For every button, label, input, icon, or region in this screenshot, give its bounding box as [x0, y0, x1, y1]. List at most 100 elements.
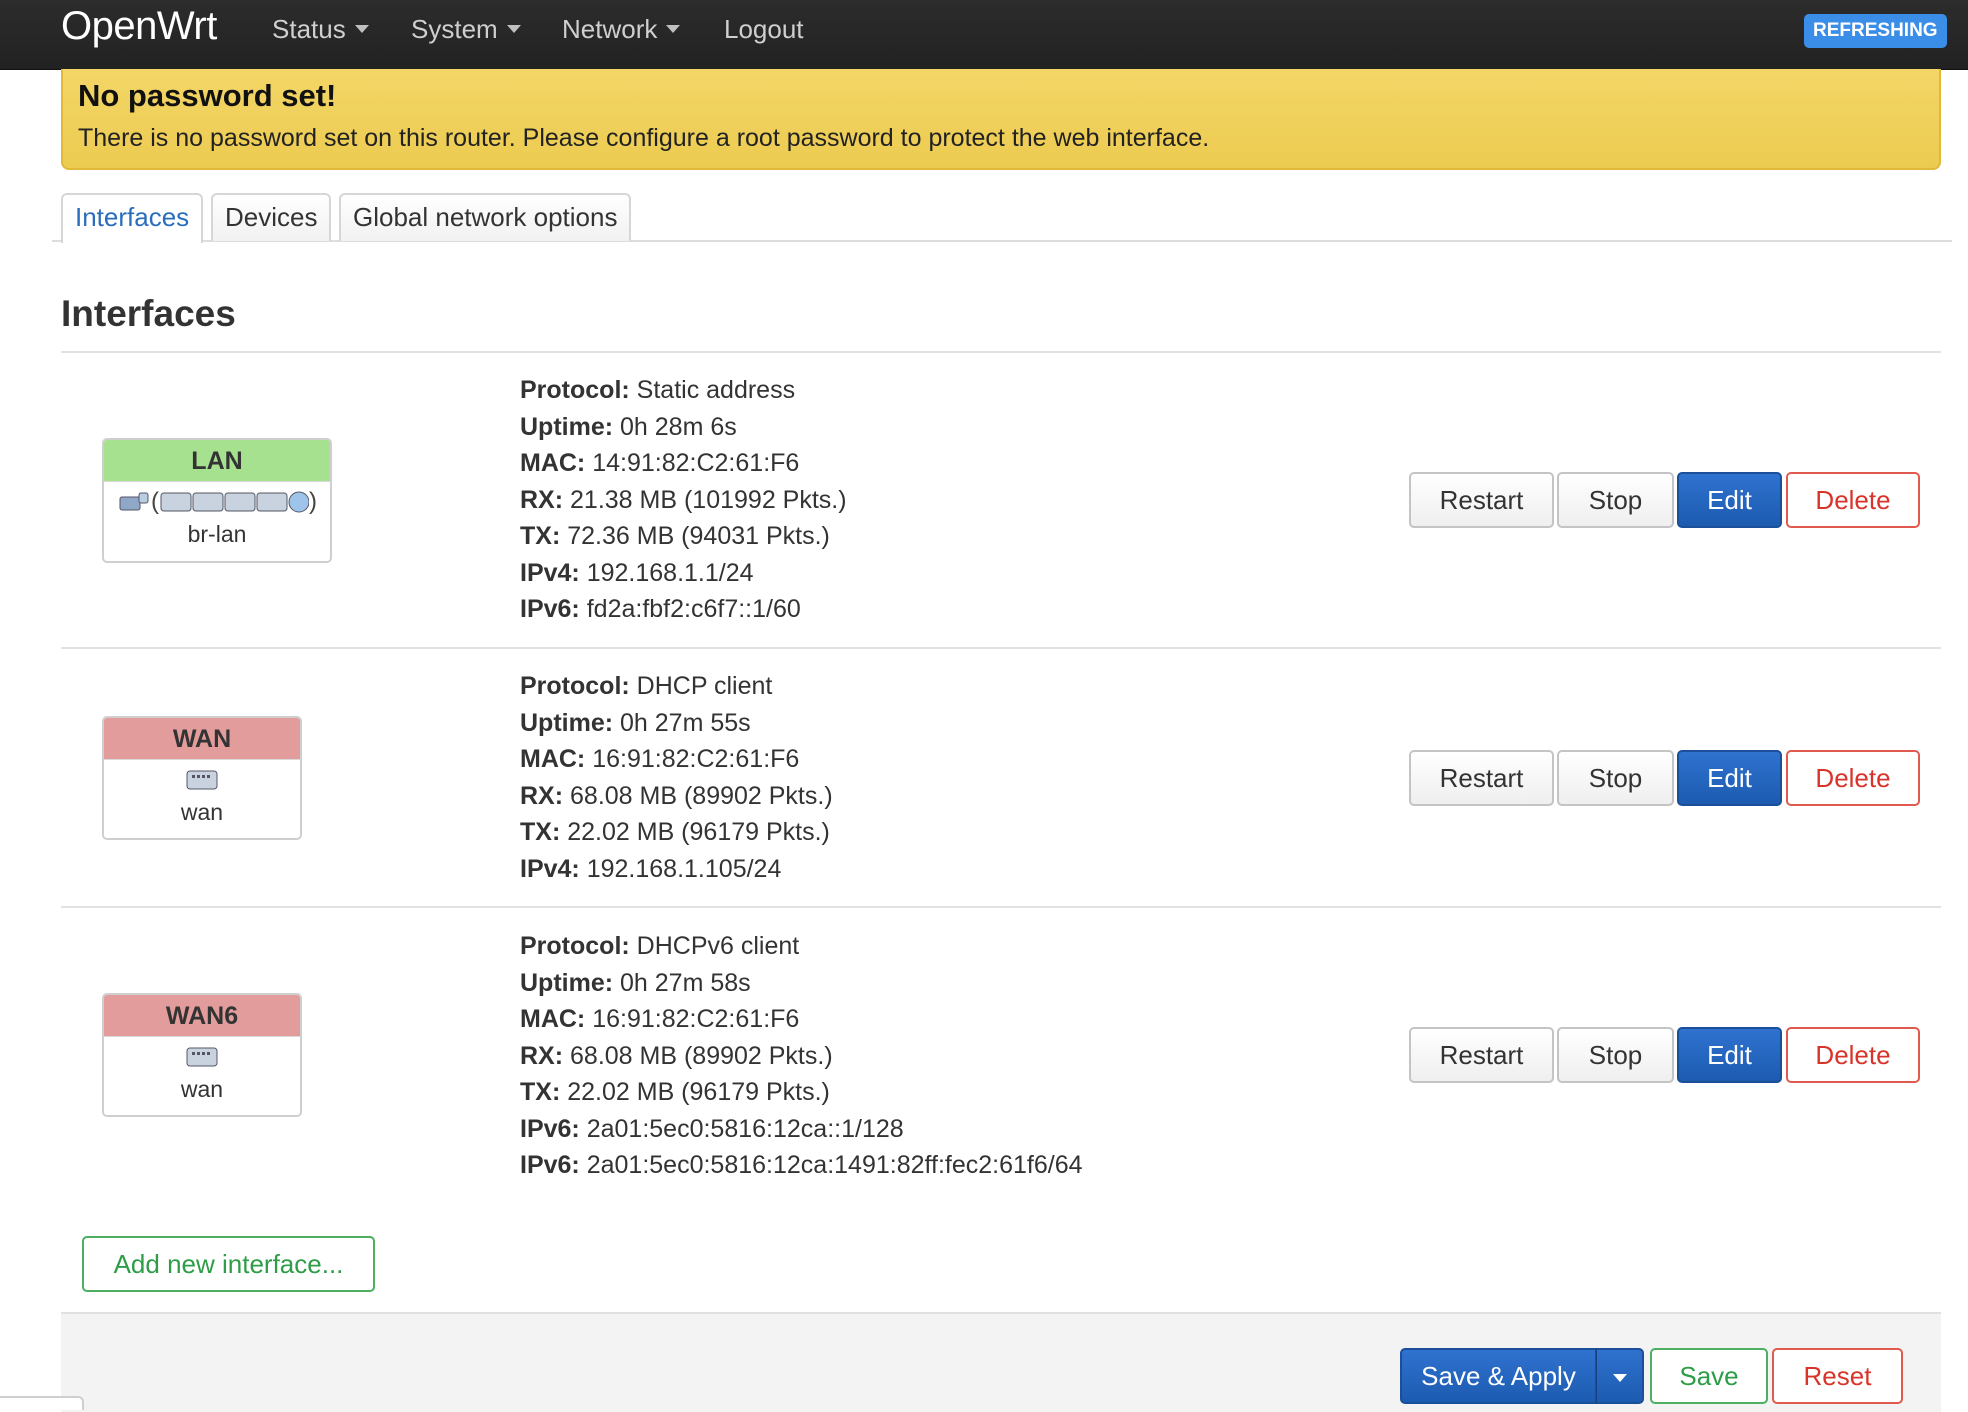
info-row: Protocol: DHCP client: [520, 668, 833, 705]
interface-badge-wan[interactable]: WAN wan: [102, 716, 302, 840]
info-value: 22.02 MB (96179 Pkts.): [567, 1078, 830, 1106]
nav-logout[interactable]: Logout: [724, 14, 804, 45]
info-label: RX:: [520, 1041, 564, 1070]
nav-network-label: Network: [562, 14, 658, 44]
info-label: MAC:: [520, 745, 586, 773]
info-row: TX: 22.02 MB (96179 Pkts.): [520, 814, 833, 851]
edit-button[interactable]: Edit: [1677, 750, 1782, 806]
info-value: fd2a:fbf2:c6f7::1/60: [586, 595, 801, 623]
divider: [61, 351, 1941, 353]
info-value: 0h 27m 55s: [620, 708, 751, 737]
alert-title: No password set!: [78, 78, 337, 113]
stop-button[interactable]: Stop: [1557, 472, 1674, 528]
info-value: Static address: [636, 376, 796, 404]
nav-network[interactable]: Network: [562, 14, 681, 45]
chevron-down-icon: [1613, 1374, 1627, 1382]
info-row: TX: 22.02 MB (96179 Pkts.): [520, 1074, 1083, 1111]
interface-info-wan6: Protocol: DHCPv6 client Uptime: 0h 27m 5…: [520, 928, 1083, 1184]
ethernet-port-icon: [186, 770, 218, 790]
corner-panel-handle[interactable]: [0, 1396, 84, 1410]
tab-interfaces[interactable]: Interfaces: [61, 193, 204, 243]
info-label: Protocol:: [520, 672, 630, 700]
info-row: IPv6: 2a01:5ec0:5816:12ca::1/128: [520, 1111, 1083, 1148]
edit-button[interactable]: Edit: [1677, 472, 1782, 528]
chevron-down-icon: [666, 25, 681, 33]
restart-button[interactable]: Restart: [1409, 750, 1554, 806]
info-row: IPv6: fd2a:fbf2:c6f7::1/60: [520, 591, 847, 628]
add-new-interface-button[interactable]: Add new interface...: [82, 1236, 375, 1292]
nav-system[interactable]: System: [411, 14, 521, 45]
delete-button[interactable]: Delete: [1786, 750, 1920, 806]
tabs-divider: [52, 240, 1952, 242]
info-label: IPv6:: [520, 1114, 580, 1143]
tab-devices[interactable]: Devices: [211, 193, 332, 241]
refreshing-badge[interactable]: REFRESHING: [1804, 14, 1947, 48]
row-divider: [61, 647, 1941, 649]
info-label: TX:: [520, 818, 561, 846]
ethernet-ports-icon: [160, 491, 309, 513]
info-row: Uptime: 0h 27m 58s: [520, 965, 1083, 1002]
delete-button[interactable]: Delete: [1786, 1027, 1920, 1083]
info-value: 21.38 MB (101992 Pkts.): [570, 485, 847, 514]
no-password-alert: No password set! There is no password se…: [61, 69, 1941, 170]
reset-button[interactable]: Reset: [1772, 1348, 1903, 1404]
info-row: RX: 21.38 MB (101992 Pkts.): [520, 482, 847, 519]
interface-info-lan: Protocol: Static address Uptime: 0h 28m …: [520, 372, 847, 628]
info-label: TX:: [520, 1078, 561, 1106]
info-value: 16:91:82:C2:61:F6: [592, 745, 800, 773]
info-label: Uptime:: [520, 708, 614, 737]
info-row: RX: 68.08 MB (89902 Pkts.): [520, 1038, 1083, 1075]
device-name: wan: [180, 799, 224, 825]
info-label: TX:: [520, 522, 561, 550]
tab-global-network-options[interactable]: Global network options: [339, 193, 632, 241]
save-button[interactable]: Save: [1650, 1348, 1768, 1404]
info-row: MAC: 16:91:82:C2:61:F6: [520, 1001, 1083, 1038]
nav-status[interactable]: Status: [272, 14, 369, 45]
interface-badge-wan6[interactable]: WAN6 wan: [102, 993, 302, 1117]
restart-button[interactable]: Restart: [1409, 472, 1554, 528]
restart-button[interactable]: Restart: [1409, 1027, 1554, 1083]
save-apply-dropdown-toggle[interactable]: [1596, 1348, 1644, 1404]
info-value: 192.168.1.1/24: [586, 558, 754, 587]
row-divider: [61, 906, 1941, 908]
save-apply-button[interactable]: Save & Apply: [1400, 1348, 1597, 1404]
page-title: Interfaces: [61, 293, 236, 334]
device-name: br-lan: [187, 521, 247, 547]
stop-button[interactable]: Stop: [1557, 1027, 1674, 1083]
info-row: Uptime: 0h 27m 55s: [520, 705, 833, 742]
info-row: MAC: 16:91:82:C2:61:F6: [520, 741, 833, 778]
info-row: Uptime: 0h 28m 6s: [520, 409, 847, 446]
info-label: IPv4:: [520, 558, 580, 587]
info-value: DHCPv6 client: [636, 932, 800, 960]
nav-system-label: System: [411, 14, 498, 44]
info-label: Uptime:: [520, 412, 614, 441]
info-value: DHCP client: [636, 672, 773, 700]
paren-close: ): [309, 488, 317, 515]
info-label: IPv4:: [520, 854, 580, 883]
chevron-down-icon: [506, 25, 521, 33]
info-row: Protocol: Static address: [520, 372, 847, 409]
interface-name: LAN: [104, 440, 330, 482]
info-value: 72.36 MB (94031 Pkts.): [567, 522, 830, 550]
nav-status-label: Status: [272, 14, 346, 44]
info-value: 0h 27m 58s: [620, 968, 751, 997]
brand-logo[interactable]: OpenWrt: [61, 4, 217, 49]
stop-button[interactable]: Stop: [1557, 750, 1674, 806]
interface-name: WAN: [104, 718, 300, 760]
info-row: IPv4: 192.168.1.1/24: [520, 555, 847, 592]
nav-logout-label: Logout: [724, 14, 804, 44]
edit-button[interactable]: Edit: [1677, 1027, 1782, 1083]
info-label: Protocol:: [520, 376, 630, 404]
info-label: IPv6:: [520, 1151, 580, 1179]
top-navbar: OpenWrt Status System Network Logout REF…: [0, 0, 1968, 70]
info-row: RX: 68.08 MB (89902 Pkts.): [520, 778, 833, 815]
info-label: Protocol:: [520, 932, 630, 960]
device-name: wan: [180, 1076, 224, 1102]
delete-button[interactable]: Delete: [1786, 472, 1920, 528]
info-value: 68.08 MB (89902 Pkts.): [570, 781, 833, 810]
interface-badge-lan[interactable]: LAN ( ) br-lan: [102, 438, 332, 563]
info-value: 16:91:82:C2:61:F6: [592, 1005, 800, 1033]
info-label: MAC:: [520, 449, 586, 477]
alert-message: There is no password set on this router.…: [78, 124, 1210, 152]
paren-open: (: [151, 488, 159, 515]
